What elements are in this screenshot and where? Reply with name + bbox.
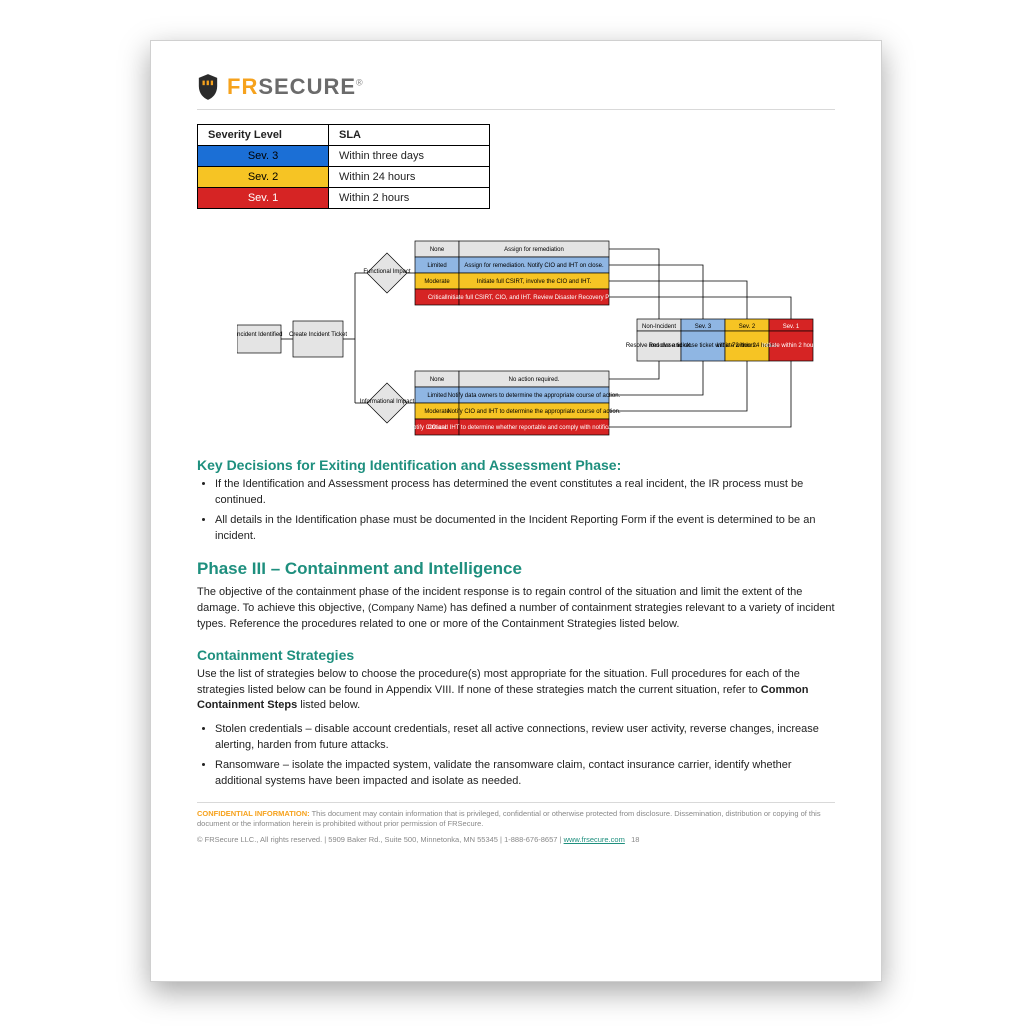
svg-text:Initiate full CSIRT, CIO, and: Initiate full CSIRT, CIO, and IHT. Revie… xyxy=(446,295,622,301)
header-rule xyxy=(197,109,835,110)
svg-text:Initiate full CSIRT, involve t: Initiate full CSIRT, involve the CIO and… xyxy=(477,279,592,285)
phase3-paragraph: The objective of the containment phase o… xyxy=(197,585,835,633)
svg-text:Notify CIO and IHT to determin: Notify CIO and IHT to determine whether … xyxy=(409,425,660,431)
svg-text:Moderate: Moderate xyxy=(424,279,450,285)
document-page: FRSECURE® Severity Level SLA Sev. 3 With… xyxy=(150,40,882,982)
svg-text:None: None xyxy=(430,377,445,383)
svg-text:Assign for remediation: Assign for remediation xyxy=(504,247,564,253)
svg-text:Initiate within 2 hours.: Initiate within 2 hours. xyxy=(762,343,817,349)
severity-table: Severity Level SLA Sev. 3 Within three d… xyxy=(197,124,490,209)
page-number: 18 xyxy=(631,835,639,844)
list-item: All details in the Identification phase … xyxy=(215,513,835,545)
svg-text:Sev. 1: Sev. 1 xyxy=(783,324,800,330)
containment-paragraph: Use the list of strategies below to choo… xyxy=(197,667,835,715)
heading-key-decisions: Key Decisions for Exiting Identification… xyxy=(197,457,835,473)
footer-rule xyxy=(197,802,835,803)
svg-text:Notify data owners to determin: Notify data owners to determine the appr… xyxy=(448,393,621,399)
heading-phase3: Phase III – Containment and Intelligence xyxy=(197,559,835,579)
sev-row-2: Sev. 2 Within 24 hours xyxy=(198,167,490,188)
heading-containment: Containment Strategies xyxy=(197,647,835,663)
key-decisions-list: If the Identification and Assessment pro… xyxy=(215,477,835,545)
workflow-diagram: Incident Identified Create Incident Tick… xyxy=(237,233,835,443)
sev-row-1: Sev. 1 Within 2 hours xyxy=(198,188,490,209)
svg-text:None: None xyxy=(430,247,445,253)
svg-text:Informational Impact: Informational Impact xyxy=(360,399,415,405)
svg-text:Non-Incident: Non-Incident xyxy=(642,324,676,330)
svg-text:Critical: Critical xyxy=(428,295,446,301)
shield-icon xyxy=(197,73,219,101)
sev-header-sla: SLA xyxy=(329,125,490,146)
sev-row-3: Sev. 3 Within three days xyxy=(198,146,490,167)
containment-list: Stolen credentials – disable account cre… xyxy=(215,722,835,790)
svg-text:Functional Impact: Functional Impact xyxy=(363,269,411,275)
list-item: If the Identification and Assessment pro… xyxy=(215,477,835,509)
svg-text:Create Incident Ticket: Create Incident Ticket xyxy=(289,332,347,338)
brand-logo: FRSECURE® xyxy=(197,73,835,101)
svg-text:Assign for remediation. Notify: Assign for remediation. Notify CIO and I… xyxy=(464,263,604,269)
confidential-notice: CONFIDENTIAL INFORMATION: This document … xyxy=(197,809,835,829)
list-item: Stolen credentials – disable account cre… xyxy=(215,722,835,754)
svg-text:Limited: Limited xyxy=(427,263,446,269)
list-item: Ransomware – isolate the impacted system… xyxy=(215,758,835,790)
svg-text:Notify CIO and IHT to determin: Notify CIO and IHT to determine the appr… xyxy=(447,409,621,415)
svg-text:Sev. 3: Sev. 3 xyxy=(695,324,712,330)
footer-link[interactable]: www.frsecure.com xyxy=(564,835,625,844)
sev-header-level: Severity Level xyxy=(198,125,329,146)
copyright-line: © FRSecure LLC., All rights reserved. | … xyxy=(197,835,835,844)
svg-text:Sev. 2: Sev. 2 xyxy=(739,324,756,330)
svg-text:Limited: Limited xyxy=(427,393,446,399)
svg-text:No action required.: No action required. xyxy=(509,377,560,383)
brand-text: FRSECURE® xyxy=(227,74,364,100)
svg-text:Incident Identified: Incident Identified xyxy=(237,332,283,338)
